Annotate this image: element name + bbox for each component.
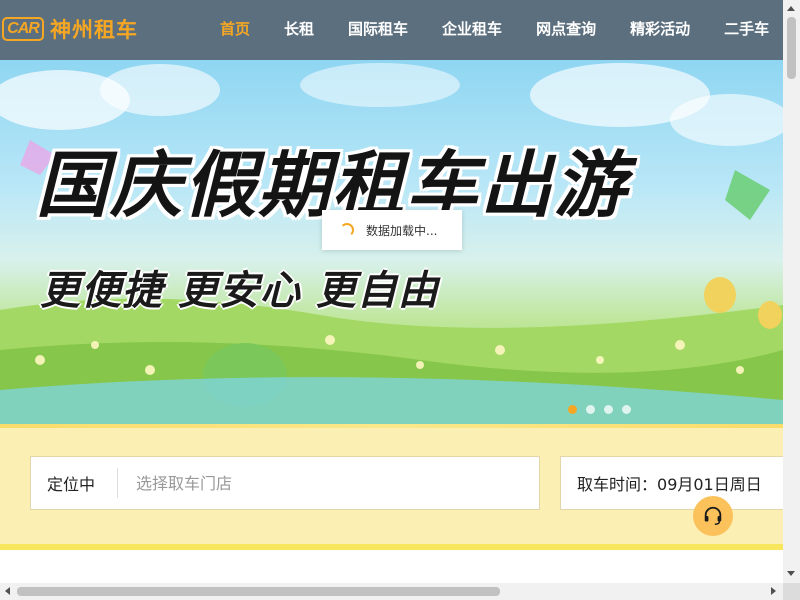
pickup-time-value[interactable]: 09月01日周日 — [657, 471, 762, 495]
scrollbar-corner — [783, 583, 800, 600]
nav-item-home[interactable]: 首页 — [220, 0, 250, 60]
nav-item-enterprise[interactable]: 企业租车 — [442, 0, 502, 60]
main-nav: 首页 长租 国际租车 企业租车 网点查询 精彩活动 二手车 — [220, 0, 783, 60]
vertical-scrollbar[interactable] — [783, 0, 800, 583]
nav-item-international[interactable]: 国际租车 — [348, 0, 408, 60]
loading-text: 数据加载中... — [366, 223, 438, 238]
nav-item-events[interactable]: 精彩活动 — [630, 0, 690, 60]
pickup-time-box[interactable]: 取车时间： 09月01日周日 — [560, 456, 800, 510]
location-divider — [117, 468, 118, 498]
headset-icon — [704, 506, 722, 525]
loading-spinner-icon — [340, 223, 354, 237]
carousel-indicators — [568, 405, 640, 414]
nav-item-long-term[interactable]: 长租 — [284, 0, 314, 60]
logo-text: 神州租车 — [50, 18, 138, 42]
page-content-area — [0, 550, 783, 583]
top-navigation: CAR 神州租车 首页 长租 国际租车 企业租车 网点查询 精彩活动 二手车 — [0, 0, 783, 60]
nav-item-store-search[interactable]: 网点查询 — [536, 0, 596, 60]
carousel-dot-1[interactable] — [568, 405, 577, 414]
rental-search-panel: 定位中 取车时间： 09月01日周日 — [0, 424, 800, 550]
city-locating-label[interactable]: 定位中 — [47, 471, 117, 495]
loading-toast: 数据加载中... — [322, 210, 462, 250]
pickup-location-box: 定位中 — [30, 456, 540, 510]
scroll-left-arrow-icon[interactable] — [5, 587, 10, 595]
scroll-up-arrow-icon[interactable] — [787, 6, 795, 11]
vertical-scroll-thumb[interactable] — [787, 17, 796, 79]
scroll-down-arrow-icon[interactable] — [787, 571, 795, 576]
pickup-time-label: 取车时间： — [577, 475, 658, 494]
carousel-dot-4[interactable] — [622, 405, 631, 414]
store-select-input[interactable] — [134, 472, 498, 494]
customer-service-button[interactable] — [693, 496, 733, 536]
site-logo[interactable]: CAR 神州租车 — [2, 14, 138, 44]
carousel-dot-3[interactable] — [604, 405, 613, 414]
banner-subline: 更便捷 更安心 更自由 — [40, 268, 439, 314]
nav-item-used-cars[interactable]: 二手车 — [724, 0, 769, 60]
carousel-dot-2[interactable] — [586, 405, 595, 414]
logo-badge: CAR — [2, 17, 44, 41]
horizontal-scrollbar[interactable] — [0, 583, 783, 600]
scroll-right-arrow-icon[interactable] — [771, 587, 776, 595]
horizontal-scroll-thumb[interactable] — [17, 587, 500, 596]
